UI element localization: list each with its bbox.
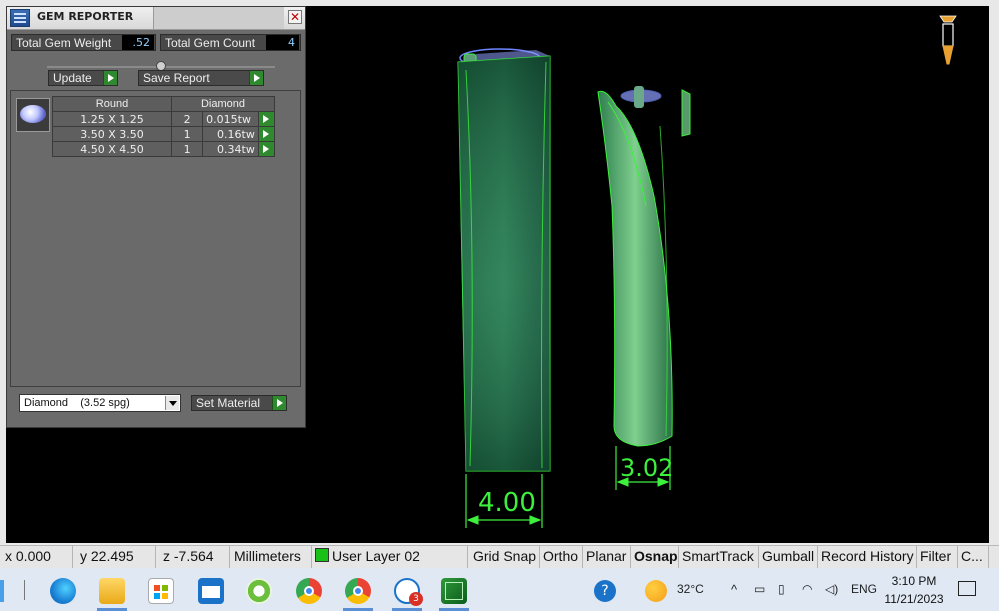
table-row[interactable]: 4.50 X 4.50 1 0.34tw xyxy=(52,141,276,157)
cell-count: 1 xyxy=(170,126,204,142)
zalo-icon[interactable]: 3 xyxy=(394,578,423,606)
update-button[interactable]: Update xyxy=(48,70,118,86)
store-icon[interactable] xyxy=(148,578,174,604)
column-header-material: Diamond xyxy=(171,96,275,112)
help-icon[interactable]: ? xyxy=(594,580,616,602)
close-icon[interactable]: ✕ xyxy=(288,10,302,24)
clock-time[interactable]: 3:10 PM xyxy=(884,574,944,588)
chevron-up-icon[interactable]: ^ xyxy=(731,582,737,597)
cell-count: 2 xyxy=(170,111,204,127)
osnap-toggle[interactable]: Osnap xyxy=(631,546,679,568)
chrome-profile-icon[interactable] xyxy=(345,578,371,604)
panel-title-bar[interactable]: GEM REPORTER ✕ xyxy=(7,7,305,30)
save-report-arrow-icon xyxy=(249,71,263,85)
battery-icon[interactable]: ▯ xyxy=(778,582,785,596)
total-count-value: 4 xyxy=(266,35,299,50)
taskbar-divider xyxy=(24,580,25,600)
rhino-matrix-icon[interactable] xyxy=(441,578,467,604)
status-bar: x 0.000 y 22.495 z -7.564 Millimeters Us… xyxy=(0,545,999,568)
weather-icon[interactable] xyxy=(645,580,667,602)
coord-y: y 22.495 xyxy=(77,546,156,568)
chrome-icon[interactable] xyxy=(296,578,322,604)
coord-x: x 0.000 xyxy=(2,546,73,568)
notification-badge: 3 xyxy=(409,592,423,606)
status-more[interactable]: C... xyxy=(958,546,989,568)
window-frame-right xyxy=(989,0,999,545)
layer-name: User Layer 02 xyxy=(332,548,420,564)
table-row[interactable]: 1.25 X 1.25 2 0.015tw xyxy=(52,111,276,127)
table-header-row: Round Diamond xyxy=(52,96,275,112)
dimension-left-label: 4.00 xyxy=(478,488,536,518)
round-gem-icon xyxy=(20,105,46,123)
record-history-toggle[interactable]: Record History xyxy=(818,546,917,568)
filter-toggle[interactable]: Filter xyxy=(917,546,958,568)
update-arrow-icon xyxy=(103,71,117,85)
save-report-button[interactable]: Save Report xyxy=(138,70,264,86)
file-explorer-icon[interactable] xyxy=(99,578,125,604)
units-display[interactable]: Millimeters xyxy=(231,546,312,568)
mail-icon[interactable] xyxy=(198,578,224,604)
grid-snap-toggle[interactable]: Grid Snap xyxy=(470,546,540,568)
cell-size: 3.50 X 3.50 xyxy=(52,126,172,142)
network-icon[interactable]: ◠ xyxy=(802,582,812,596)
gem-reporter-panel: GEM REPORTER ✕ Total Gem Weight .52 Tota… xyxy=(6,6,306,428)
planar-toggle[interactable]: Planar xyxy=(583,546,631,568)
gem-thumbnail[interactable] xyxy=(16,98,50,132)
cell-size: 4.50 X 4.50 xyxy=(52,141,172,157)
temperature[interactable]: 32°C xyxy=(677,582,704,596)
layer-color-swatch xyxy=(315,548,329,562)
row-arrow-icon[interactable] xyxy=(257,111,276,127)
ring-model-left[interactable] xyxy=(457,48,551,472)
clock-date[interactable]: 11/21/2023 xyxy=(884,592,944,606)
notification-icon[interactable] xyxy=(958,581,976,596)
set-material-arrow-icon xyxy=(272,396,286,410)
coord-z: z -7.564 xyxy=(160,546,230,568)
table-row[interactable]: 3.50 X 3.50 1 0.16tw xyxy=(52,126,276,142)
set-material-button[interactable]: Set Material xyxy=(191,395,287,411)
volume-icon[interactable]: ◁) xyxy=(825,582,838,596)
cell-weight: 0.16tw xyxy=(202,126,259,142)
ring-model-right[interactable] xyxy=(597,86,691,447)
app-green-circle-icon[interactable] xyxy=(246,578,272,604)
language-indicator[interactable]: ENG xyxy=(851,582,877,596)
row-arrow-icon[interactable] xyxy=(257,126,276,142)
taskbar-edge-indicator xyxy=(0,580,4,602)
cell-size: 1.25 X 1.25 xyxy=(52,111,172,127)
ortho-toggle[interactable]: Ortho xyxy=(540,546,583,568)
total-weight-value: .52 xyxy=(122,35,154,50)
chevron-down-icon[interactable] xyxy=(165,396,179,410)
smarttrack-toggle[interactable]: SmartTrack xyxy=(679,546,759,568)
panel-title-tab xyxy=(153,7,284,29)
row-arrow-icon[interactable] xyxy=(257,141,276,157)
material-select[interactable]: Diamond (3.52 spg) xyxy=(19,394,181,412)
layer-display[interactable]: User Layer 02 xyxy=(312,546,468,568)
cell-weight: 0.015tw xyxy=(202,111,259,127)
view-gizmo-icon[interactable] xyxy=(939,15,957,65)
cell-count: 1 xyxy=(170,141,204,157)
panel-title: GEM REPORTER xyxy=(37,10,134,23)
meet-now-icon[interactable]: ▭ xyxy=(754,582,765,596)
edge-browser-icon[interactable] xyxy=(50,578,76,604)
gem-table: Round Diamond 1.25 X 1.25 2 0.015tw 3.50… xyxy=(52,96,276,157)
taskbar: 3 ? 32°C ^ ▭ ▯ ◠ ◁) ENG 3:10 PM 11/21/20… xyxy=(0,568,999,611)
dimension-right-label: 3.02 xyxy=(620,454,674,482)
gem-reporter-icon xyxy=(10,9,30,27)
gumball-toggle[interactable]: Gumball xyxy=(759,546,818,568)
cell-weight: 0.34tw xyxy=(202,141,259,157)
column-header-shape: Round xyxy=(52,96,172,112)
